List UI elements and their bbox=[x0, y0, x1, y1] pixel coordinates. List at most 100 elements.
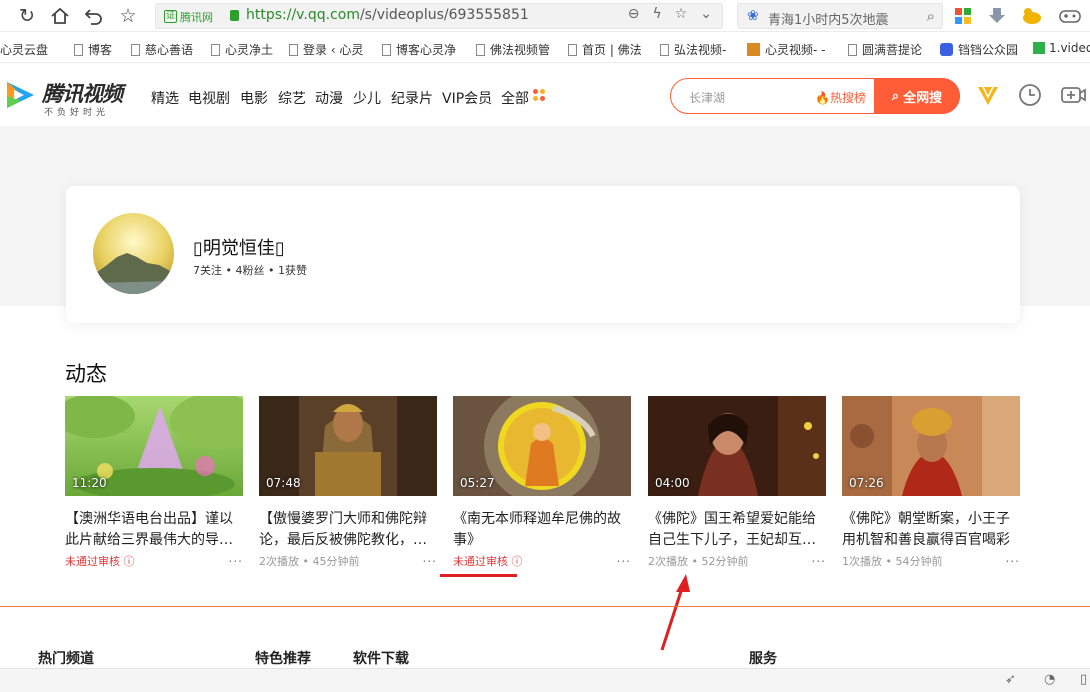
bookmark-item[interactable]: 心灵视频- - bbox=[747, 41, 825, 58]
bookmark-item[interactable]: 博客心灵净 bbox=[382, 41, 456, 58]
bookmark-item[interactable]: 佛法视频管 bbox=[476, 41, 550, 58]
nav-jingxuan[interactable]: 精选 bbox=[151, 88, 179, 108]
more-options-icon[interactable]: ... bbox=[812, 551, 826, 565]
more-options-icon[interactable]: ... bbox=[617, 551, 631, 565]
page-icon bbox=[131, 43, 140, 56]
bookmark-item[interactable]: 博客 bbox=[74, 41, 112, 58]
bookmark-label: 慈心善语 bbox=[145, 43, 194, 57]
bookmark-item[interactable]: 登录 ‹ 心灵 bbox=[289, 41, 363, 58]
play-logo-icon bbox=[7, 82, 34, 108]
nav-documentary[interactable]: 纪录片 bbox=[391, 88, 433, 108]
url-text[interactable]: https://v.qq.com/s/videoplus/693555851 bbox=[246, 7, 529, 23]
video-title[interactable]: 《佛陀》朝堂断案，小王子用机智和善良赢得百官喝彩 bbox=[842, 509, 1020, 551]
video-card[interactable]: 05:27 《南无本师释迦牟尼佛的故事》 未通过审核 ⓘ ... bbox=[453, 396, 631, 576]
video-title[interactable]: 【傲慢婆罗门大师和佛陀辩论，最后反被佛陀教化，… bbox=[259, 509, 437, 551]
video-card[interactable]: 07:26 《佛陀》朝堂断案，小王子用机智和善良赢得百官喝彩 1次播放 • 54… bbox=[842, 396, 1020, 576]
bookmark-item[interactable]: 心灵净土 bbox=[211, 41, 273, 58]
profile-name: ▯明觉恒佳▯ bbox=[193, 238, 285, 259]
footer-services: 服务 bbox=[749, 651, 777, 667]
nav-tv[interactable]: 电视剧 bbox=[188, 88, 230, 108]
video-thumbnail[interactable]: 07:26 bbox=[842, 396, 1020, 496]
undo-icon[interactable] bbox=[82, 4, 106, 28]
home-icon[interactable] bbox=[48, 4, 72, 28]
bookmark-item[interactable]: 1.video bbox=[1033, 41, 1090, 55]
favorite-star-icon[interactable]: ☆ bbox=[675, 6, 688, 22]
video-status-rejected: 未通过审核 ⓘ bbox=[65, 555, 135, 568]
more-options-icon[interactable]: ... bbox=[423, 551, 437, 565]
nav-variety[interactable]: 综艺 bbox=[278, 88, 306, 108]
video-duration: 07:26 bbox=[849, 476, 884, 490]
more-options-icon[interactable]: ... bbox=[1006, 551, 1020, 565]
page-icon bbox=[289, 43, 298, 56]
browser-search-box[interactable]: ❀ 青海1小时内5次地震 ⌕ bbox=[737, 3, 943, 29]
extension-icon[interactable] bbox=[1021, 6, 1041, 26]
speed-icon[interactable]: ◔ bbox=[1044, 672, 1055, 687]
video-duration: 11:20 bbox=[72, 476, 107, 490]
video-thumbnail[interactable]: 07:48 bbox=[259, 396, 437, 496]
search-icon[interactable]: ⌕ bbox=[927, 7, 935, 25]
bookmark-item[interactable]: 弘法视频- bbox=[660, 41, 726, 58]
certificate-icon: 证 bbox=[164, 10, 177, 23]
video-search-box[interactable]: 长津湖 🔥热搜榜 ⌕ 全网搜 bbox=[670, 78, 960, 114]
video-duration: 04:00 bbox=[655, 476, 690, 490]
video-duration: 05:27 bbox=[460, 476, 495, 490]
trash-icon[interactable]: ▯ bbox=[1080, 672, 1087, 687]
rocket-icon[interactable]: ➶ bbox=[1005, 672, 1016, 687]
hot-search-link[interactable]: 🔥热搜榜 bbox=[815, 89, 866, 106]
bookmark-label: 1.video bbox=[1049, 41, 1090, 55]
chevron-down-icon[interactable]: ⌄ bbox=[700, 6, 712, 22]
reload-icon[interactable]: ↻ bbox=[15, 4, 39, 28]
avatar[interactable] bbox=[93, 213, 174, 294]
video-card[interactable]: 11:20 【澳洲华语电台出品】谨以此片献给三界最伟大的导… 未通过审核 ⓘ .… bbox=[65, 396, 243, 576]
video-thumbnail[interactable]: 05:27 bbox=[453, 396, 631, 496]
profile-name-text: 明觉恒佳 bbox=[202, 238, 275, 259]
video-thumbnail[interactable]: 11:20 bbox=[65, 396, 243, 496]
video-title[interactable]: 《佛陀》国王希望爱妃能给自己生下儿子，王妃却互… bbox=[648, 509, 826, 551]
bookmark-item[interactable]: 首页 | 佛法 bbox=[568, 41, 642, 58]
video-title[interactable]: 《南无本师释迦牟尼佛的故事》 bbox=[453, 509, 631, 551]
bookmark-label: 登录 ‹ 心灵 bbox=[303, 43, 364, 57]
video-duration: 07:48 bbox=[266, 476, 301, 490]
all-grid-icon[interactable] bbox=[533, 89, 546, 102]
address-bar[interactable]: 证腾讯网 https://v.qq.com/s/videoplus/693555… bbox=[155, 3, 723, 29]
bookmark-label: 心灵视频- - bbox=[765, 43, 826, 57]
vip-diamond-icon[interactable] bbox=[974, 81, 1002, 109]
lightning-icon[interactable]: ϟ bbox=[652, 6, 661, 22]
bookmark-item[interactable]: 铛铛公众园 bbox=[940, 41, 1018, 58]
site-favicon bbox=[940, 43, 953, 56]
video-play-stats: 1次播放 • 54分钟前 bbox=[842, 555, 943, 568]
bookmarks-bar: 心灵云盘 博客 慈心善语 心灵净土 登录 ‹ 心灵 博客心灵净 佛法视频管 首页… bbox=[0, 33, 1090, 63]
nav-movie[interactable]: 电影 bbox=[240, 88, 268, 108]
apps-grid-icon[interactable] bbox=[953, 6, 973, 26]
profile-card: ▯明觉恒佳▯ 7关注 • 4粉丝 • 1获赞 bbox=[66, 186, 1020, 323]
nav-all[interactable]: 全部 bbox=[501, 88, 529, 108]
hot-search-label: 热搜榜 bbox=[829, 91, 866, 105]
footer-hot-channels: 热门频道 bbox=[38, 651, 94, 667]
nav-vip[interactable]: VIP会员 bbox=[442, 88, 492, 108]
search-all-label: 全网搜 bbox=[903, 90, 943, 106]
star-icon[interactable]: ☆ bbox=[116, 4, 140, 28]
more-options-icon[interactable]: ... bbox=[229, 551, 243, 565]
section-title: 动态 bbox=[65, 362, 107, 386]
history-clock-icon[interactable] bbox=[1016, 81, 1044, 109]
search-placeholder: 长津湖 bbox=[689, 91, 726, 105]
video-title[interactable]: 【澳洲华语电台出品】谨以此片献给三界最伟大的导… bbox=[65, 509, 243, 551]
tencent-video-logo[interactable]: 腾讯视频 不负好时光 bbox=[4, 78, 134, 118]
search-all-button[interactable]: ⌕ 全网搜 bbox=[874, 78, 960, 114]
video-card[interactable]: 04:00 《佛陀》国王希望爱妃能给自己生下儿子，王妃却互… 2次播放 • 52… bbox=[648, 396, 826, 576]
site-favicon bbox=[747, 43, 760, 56]
bookmark-label: 佛法视频管 bbox=[490, 43, 551, 57]
gamepad-icon[interactable] bbox=[1058, 6, 1081, 26]
video-play-stats: 2次播放 • 45分钟前 bbox=[259, 555, 360, 568]
zoom-icon[interactable]: ⊖ bbox=[628, 6, 640, 22]
bookmark-item[interactable]: 圆满菩提论 bbox=[848, 41, 922, 58]
video-card[interactable]: 07:48 【傲慢婆罗门大师和佛陀辩论，最后反被佛陀教化，… 2次播放 • 45… bbox=[259, 396, 437, 576]
bookmark-item[interactable]: 心灵云盘 bbox=[0, 41, 48, 58]
nav-kids[interactable]: 少儿 bbox=[353, 88, 381, 108]
nav-anime[interactable]: 动漫 bbox=[315, 88, 343, 108]
upload-video-icon[interactable] bbox=[1059, 81, 1087, 109]
video-thumbnail[interactable]: 04:00 bbox=[648, 396, 826, 496]
download-icon[interactable] bbox=[987, 6, 1007, 26]
bookmark-item[interactable]: 慈心善语 bbox=[131, 41, 193, 58]
page-icon bbox=[568, 43, 577, 56]
